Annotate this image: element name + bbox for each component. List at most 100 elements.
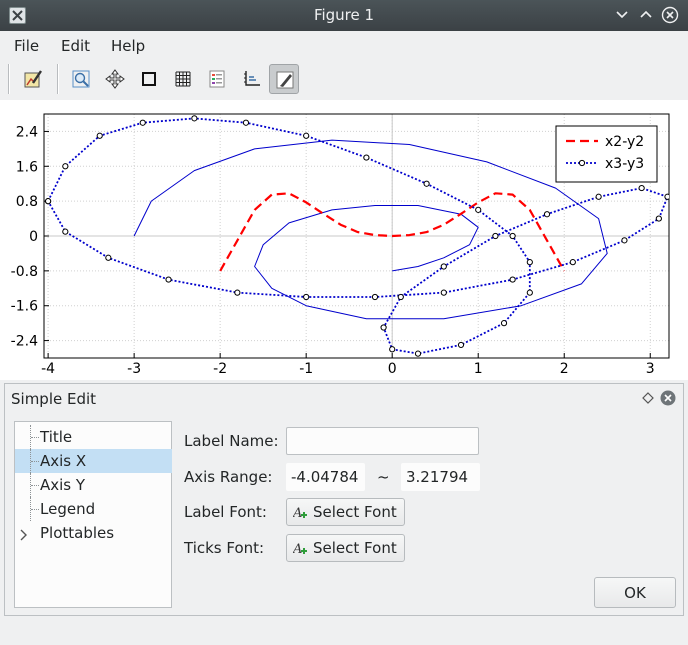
chart[interactable]: -4 -3 -2 -1 0 1 2 3 2.4 1.6 0.8 0 -0.8 -1.6 -2.4 x2-y2 x… <box>0 100 688 380</box>
data-point <box>595 193 602 200</box>
data-point <box>492 232 499 240</box>
minimize-button[interactable] <box>613 5 631 25</box>
element-tree: Title Axis X Axis Y Legend Plottables <box>14 421 172 608</box>
legend-button[interactable] <box>202 64 232 94</box>
data-point <box>191 115 198 122</box>
frame-button[interactable] <box>134 64 164 94</box>
x-tick-label: 1 <box>474 361 483 377</box>
tree-item-label: Axis X <box>40 452 87 470</box>
dock-close-button[interactable] <box>660 390 676 406</box>
plot-canvas[interactable]: -4 -3 -2 -1 0 1 2 3 2.4 1.6 0.8 0 -0.8 -1.6 -2.4 x2-y2 x… <box>0 100 688 380</box>
data-point <box>105 254 112 261</box>
ticks-font-label: Ticks Font: <box>184 539 265 557</box>
data-point <box>62 163 69 170</box>
x-tick-label: 3 <box>646 361 655 377</box>
data-point <box>509 276 516 283</box>
axes-button[interactable] <box>236 64 266 94</box>
data-point <box>380 324 387 331</box>
data-point <box>371 293 379 301</box>
data-point <box>638 184 645 192</box>
toolbar <box>0 59 688 99</box>
edit-figure-button[interactable] <box>18 64 48 94</box>
legend-marker <box>578 159 586 167</box>
maximize-button[interactable] <box>637 5 655 25</box>
x-tick-label: -2 <box>213 361 227 377</box>
expand-arrow-icon[interactable] <box>20 527 28 545</box>
tree-item-plottables[interactable]: Plottables <box>15 521 172 545</box>
font-icon: A <box>292 505 309 525</box>
dock-title: Simple Edit <box>11 390 97 408</box>
select-label-font-button[interactable]: A Select Font <box>286 498 405 526</box>
grid-button[interactable] <box>168 64 198 94</box>
x-tick-label: -1 <box>299 361 313 377</box>
range-separator: ~ <box>377 468 390 486</box>
data-point <box>234 289 241 296</box>
font-icon: A <box>292 541 309 561</box>
close-button[interactable] <box>661 5 679 25</box>
range-min-field[interactable]: -4.04784 <box>286 463 365 491</box>
legend-label: x2-y2 <box>605 134 644 150</box>
frame-icon <box>142 72 156 86</box>
data-point <box>500 320 508 327</box>
edit-figure-icon <box>24 70 42 88</box>
data-point <box>457 341 465 349</box>
label-font-label: Label Font: <box>184 503 267 521</box>
data-point <box>423 180 430 187</box>
data-point <box>440 289 447 296</box>
data-point <box>397 293 404 301</box>
tree-item-axis-x[interactable]: Axis X <box>15 449 172 473</box>
range-max-field[interactable]: 3.21794 <box>401 463 480 491</box>
x-tick-label: -3 <box>127 361 141 377</box>
tree-item-title[interactable]: Title <box>15 425 172 449</box>
axis-range-label: Axis Range: <box>184 468 273 486</box>
data-point <box>389 346 396 353</box>
grid-icon <box>175 71 191 87</box>
data-point <box>242 119 250 126</box>
data-point <box>363 154 370 161</box>
tree-item-label: Axis Y <box>40 476 86 494</box>
label-name-label: Label Name: <box>184 432 279 450</box>
y-tick-label: 1.6 <box>16 159 38 175</box>
tree-item-axis-y[interactable]: Axis Y <box>15 473 172 497</box>
tree-item-legend[interactable]: Legend <box>15 497 172 521</box>
svg-text:A: A <box>293 542 302 557</box>
float-icon <box>642 392 654 404</box>
menu-bar: File Edit Help <box>0 31 688 59</box>
toolbar-handle <box>8 64 10 94</box>
data-point <box>569 259 576 266</box>
zoom-button[interactable] <box>66 64 96 94</box>
select-font-label: Select Font <box>313 503 397 521</box>
y-tick-label: -0.8 <box>11 264 38 280</box>
data-point <box>526 289 533 296</box>
series-line-series-1 <box>133 139 608 320</box>
tree-item-label: Legend <box>40 500 96 518</box>
y-tick-label: 2.4 <box>16 124 38 140</box>
window-title: Figure 1 <box>313 6 375 24</box>
menu-file[interactable]: File <box>14 37 39 55</box>
select-ticks-font-button[interactable]: A Select Font <box>286 534 405 562</box>
legend-label: x3-y3 <box>605 156 644 172</box>
pen-icon <box>276 71 294 89</box>
menu-help[interactable]: Help <box>111 37 145 55</box>
ok-button[interactable]: OK <box>594 577 676 608</box>
menu-edit[interactable]: Edit <box>61 37 90 55</box>
float-button[interactable] <box>640 390 656 406</box>
data-point <box>543 211 551 218</box>
pen-button[interactable] <box>269 64 299 94</box>
tree-item-label: Title <box>40 428 73 446</box>
data-point <box>440 263 447 270</box>
toolbar-separator <box>57 64 59 94</box>
tree-item-label: Plottables <box>40 524 115 542</box>
data-point <box>96 132 103 139</box>
zoom-icon <box>72 70 90 88</box>
pan-button[interactable] <box>100 64 130 94</box>
data-point <box>621 237 628 244</box>
legend-icon <box>209 70 225 88</box>
data-point <box>655 215 662 222</box>
y-tick-label: 0 <box>29 229 38 245</box>
data-point <box>526 259 533 266</box>
y-tick-label: -1.6 <box>11 299 38 315</box>
label-name-input[interactable] <box>286 427 479 455</box>
data-point <box>303 132 310 139</box>
simple-edit-dock: Simple Edit Title Axis X Axis Y Legend P… <box>4 383 684 616</box>
